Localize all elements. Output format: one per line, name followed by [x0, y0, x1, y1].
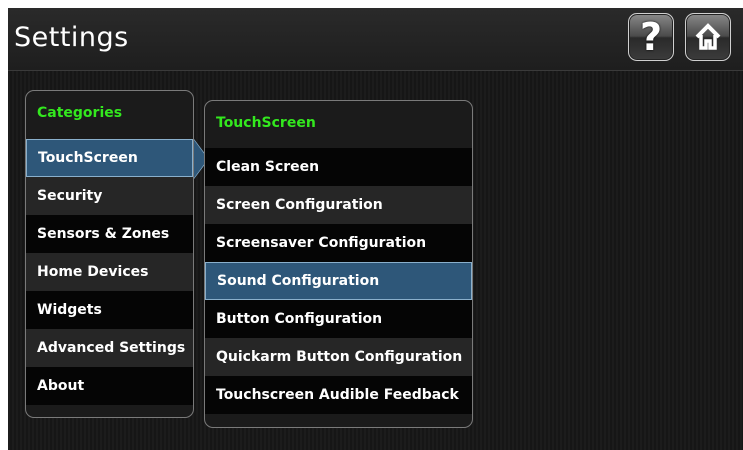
menu-item-label: Screen Configuration — [216, 197, 383, 213]
touchscreen-heading: TouchScreen — [216, 115, 316, 131]
category-item-label: Widgets — [37, 302, 102, 318]
category-item-sensors-zones[interactable]: Sensors & Zones — [26, 215, 193, 253]
menu-item-label: Clean Screen — [216, 159, 320, 175]
category-item-label: Sensors & Zones — [37, 226, 170, 242]
category-item-advanced-settings[interactable]: Advanced Settings — [26, 329, 193, 367]
menu-item-label: Quickarm Button Configuration — [216, 349, 463, 365]
home-button[interactable] — [685, 13, 731, 61]
settings-screen: Settings ? Categories TouchScreen Securi… — [8, 8, 743, 450]
menu-item-clean-screen[interactable]: Clean Screen — [205, 148, 472, 186]
content-area: Categories TouchScreen Security Sensors … — [8, 71, 743, 450]
menu-item-label: Sound Configuration — [217, 273, 380, 289]
menu-item-label: Button Configuration — [216, 311, 383, 327]
category-item-home-devices[interactable]: Home Devices — [26, 253, 193, 291]
categories-heading: Categories — [37, 105, 123, 121]
category-item-label: Home Devices — [37, 264, 149, 280]
category-item-label: About — [37, 378, 85, 394]
help-button[interactable]: ? — [628, 13, 674, 61]
touchscreen-panel: TouchScreen Clean Screen Screen Configur… — [204, 100, 473, 428]
category-item-label: Security — [37, 188, 103, 204]
categories-panel: Categories TouchScreen Security Sensors … — [25, 90, 209, 418]
help-icon: ? — [639, 15, 663, 59]
menu-item-button-configuration[interactable]: Button Configuration — [205, 300, 472, 338]
category-item-widgets[interactable]: Widgets — [26, 291, 193, 329]
menu-item-sound-configuration[interactable]: Sound Configuration — [205, 262, 472, 300]
menu-item-screensaver-configuration[interactable]: Screensaver Configuration — [205, 224, 472, 262]
category-item-label: Advanced Settings — [37, 340, 186, 356]
category-item-about[interactable]: About — [26, 367, 193, 405]
menu-item-label: Touchscreen Audible Feedback — [216, 387, 459, 403]
category-item-label: TouchScreen — [38, 150, 138, 166]
menu-item-touchscreen-audible-feedback[interactable]: Touchscreen Audible Feedback — [205, 376, 472, 414]
category-item-security[interactable]: Security — [26, 177, 193, 215]
menu-item-screen-configuration[interactable]: Screen Configuration — [205, 186, 472, 224]
header-bar: Settings ? — [8, 8, 743, 71]
home-icon — [695, 23, 721, 50]
menu-item-quickarm-button-configuration[interactable]: Quickarm Button Configuration — [205, 338, 472, 376]
menu-item-label: Screensaver Configuration — [216, 235, 427, 251]
page-title: Settings — [14, 22, 129, 53]
category-item-touchscreen[interactable]: TouchScreen — [26, 139, 209, 179]
